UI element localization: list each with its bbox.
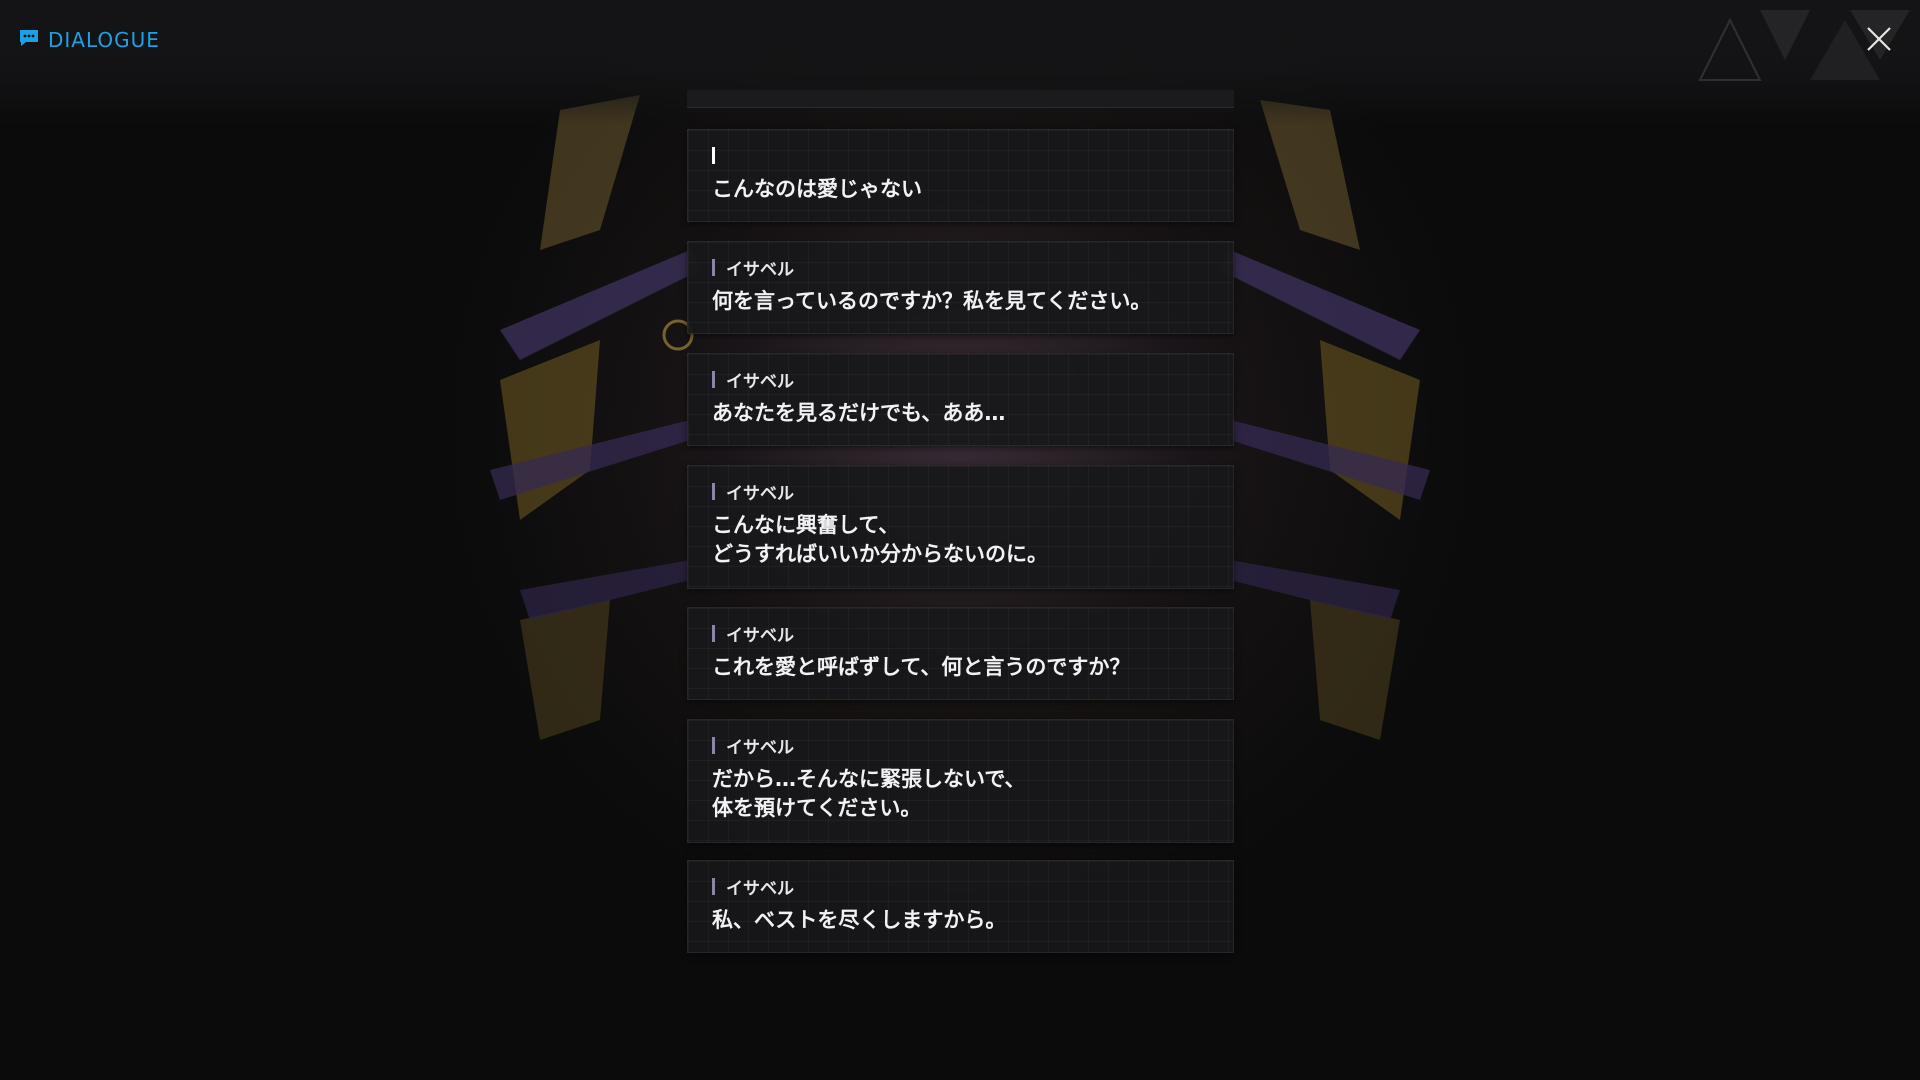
dialogue-text: こんなのは愛じゃない — [712, 177, 922, 201]
dialogue-text: こんなに興奮して、 どうすればいいか分からないのに。 — [712, 513, 1048, 566]
dialogue-list[interactable]: こんなのは愛じゃない イサベル 何を言っているのですか？私を見てください。 イサ… — [687, 96, 1234, 996]
speaker-name: イサベル — [726, 625, 794, 646]
speaker-marker — [712, 370, 715, 388]
speaker-name: イサベル — [726, 483, 794, 504]
speaker-name: イサベル — [726, 259, 794, 280]
dialogue-entry: イサベル 私、ベストを尽くしますから。 — [687, 860, 1234, 953]
speaker-row: イサベル — [712, 876, 1209, 899]
speaker-row: イサベル — [712, 257, 1209, 280]
dialogue-text: あなたを見るだけでも、ああ… — [712, 401, 1006, 425]
header-title: DIALOGUE — [18, 26, 160, 54]
dialogue-entry: イサベル あなたを見るだけでも、ああ… — [687, 353, 1234, 446]
dialogue-text: これを愛と呼ばずして、何と言うのですか？ — [712, 655, 1131, 679]
speaker-marker — [712, 482, 715, 500]
speaker-marker — [712, 258, 715, 276]
speaker-marker — [712, 146, 715, 164]
speaker-row — [712, 145, 1209, 165]
header-title-label: DIALOGUE — [48, 28, 160, 52]
dialogue-entry: イサベル こんなに興奮して、 どうすればいいか分からないのに。 — [687, 465, 1234, 589]
close-icon — [1867, 27, 1891, 51]
speaker-marker — [712, 736, 715, 754]
dialogue-entry: イサベル これを愛と呼ばずして、何と言うのですか？ — [687, 607, 1234, 700]
dialogue-text: だから…そんなに緊張しないで、 体を預けてください。 — [712, 767, 1026, 820]
speaker-row: イサベル — [712, 735, 1209, 758]
speaker-row: イサベル — [712, 623, 1209, 646]
dialogue-log-screen: DIALOGUE こんなのは愛じゃない イサベル 何を言っているのですか？私を見… — [0, 0, 1920, 1080]
dialogue-text: 何を言っているのですか？私を見てください。 — [712, 289, 1152, 313]
dialogue-text: 私、ベストを尽くしますから。 — [712, 908, 1007, 932]
speaker-name: イサベル — [726, 878, 794, 899]
speaker-marker — [712, 877, 715, 895]
close-button[interactable] — [1864, 24, 1894, 54]
speaker-name: イサベル — [726, 371, 794, 392]
dialogue-entry: こんなのは愛じゃない — [687, 129, 1234, 222]
chat-bubble-icon — [18, 28, 40, 52]
speaker-row: イサベル — [712, 481, 1209, 504]
speaker-marker — [712, 624, 715, 642]
speaker-name: イサベル — [726, 737, 794, 758]
speaker-row: イサベル — [712, 369, 1209, 392]
dialogue-entry: イサベル 何を言っているのですか？私を見てください。 — [687, 241, 1234, 334]
dialogue-entry: イサベル だから…そんなに緊張しないで、 体を預けてください。 — [687, 719, 1234, 843]
